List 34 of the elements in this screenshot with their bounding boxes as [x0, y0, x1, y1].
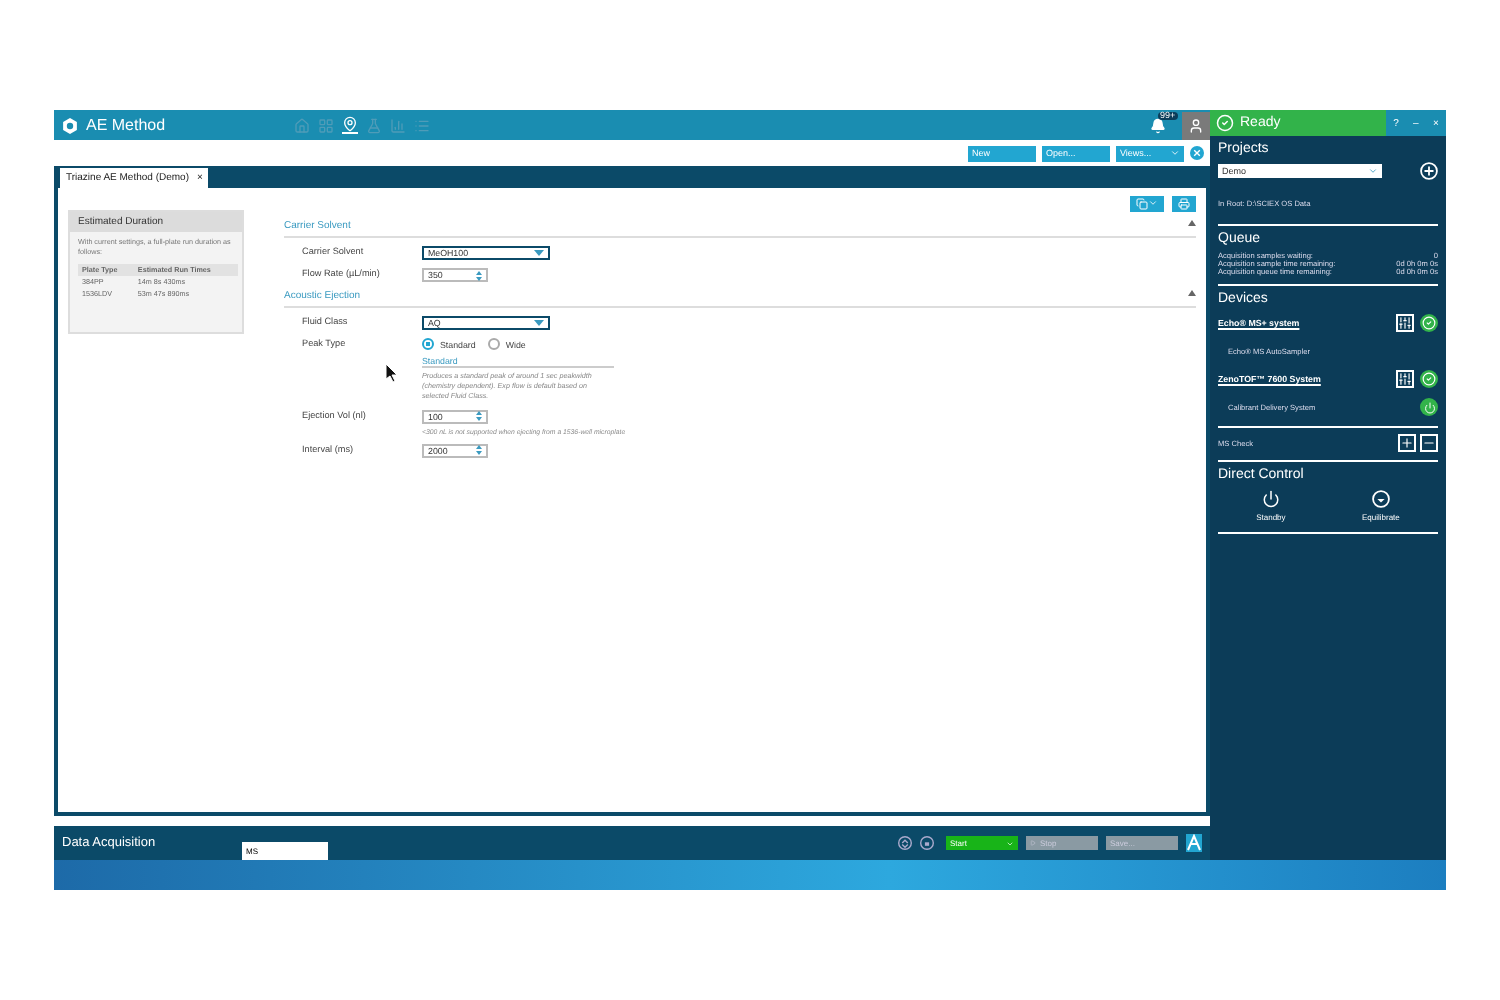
- spinner-arrows-icon[interactable]: [476, 269, 482, 281]
- power-icon: [1261, 490, 1280, 508]
- spinner-arrows-icon[interactable]: [476, 410, 482, 423]
- mouse-cursor-icon: [386, 364, 398, 382]
- settings-icon[interactable]: [1396, 314, 1414, 332]
- sync-icon[interactable]: [898, 836, 912, 850]
- app-title: AE Method: [86, 116, 166, 134]
- check-icon: [1420, 370, 1438, 388]
- pin-icon[interactable]: [341, 116, 358, 134]
- user-avatar-icon[interactable]: [1182, 111, 1210, 139]
- settings-icon[interactable]: [1396, 370, 1414, 388]
- copy-icon: [1136, 198, 1148, 210]
- print-button[interactable]: [1172, 196, 1196, 212]
- sciex-icon[interactable]: [1186, 834, 1202, 852]
- close-icon[interactable]: [1190, 146, 1204, 160]
- check-icon: [1420, 314, 1438, 332]
- caret-icon: [1170, 148, 1180, 158]
- power-icon[interactable]: [1420, 398, 1438, 416]
- caret-icon: [1368, 166, 1378, 176]
- copy-button[interactable]: [1130, 196, 1164, 212]
- caret-icon: [534, 250, 544, 256]
- down-circle-icon: [1371, 490, 1390, 508]
- minus-icon[interactable]: [1420, 434, 1438, 452]
- notification-bell-icon[interactable]: [1150, 117, 1166, 133]
- collapse-icon[interactable]: [1188, 220, 1196, 226]
- plus-icon[interactable]: [1398, 434, 1416, 452]
- collapse-icon[interactable]: [1188, 290, 1196, 296]
- printer-icon: [1178, 198, 1190, 210]
- add-icon[interactable]: [1420, 162, 1438, 180]
- logo-icon: [62, 117, 78, 133]
- spinner-arrows-icon[interactable]: [476, 444, 482, 457]
- caret-icon: [534, 320, 544, 326]
- caret-icon: [1148, 198, 1158, 208]
- check-icon: [1216, 114, 1234, 132]
